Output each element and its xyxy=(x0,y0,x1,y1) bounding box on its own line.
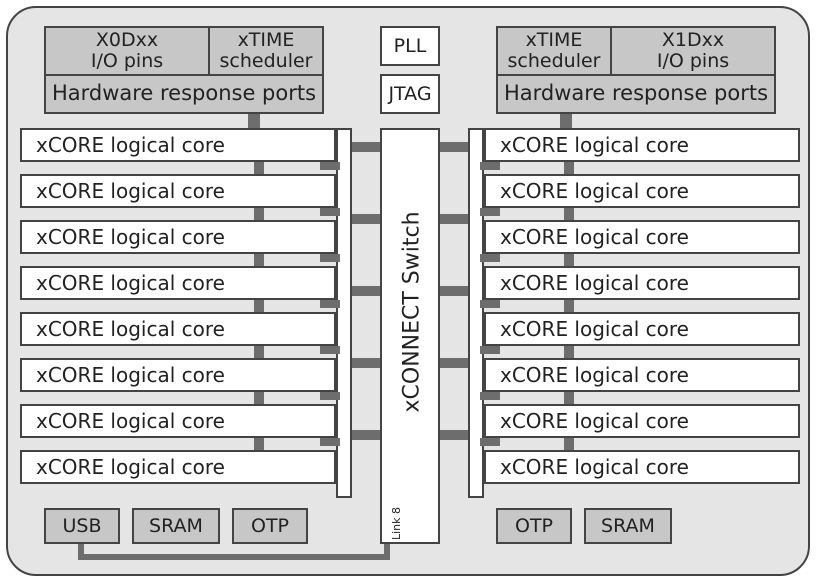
pll-block: PLL xyxy=(380,26,440,66)
xcore-logical-core: xCORE logical core xyxy=(484,358,800,392)
bus xyxy=(440,286,468,296)
bus xyxy=(352,358,380,368)
xconnect-switch-label: xCONNECT Switch xyxy=(400,253,425,413)
bus xyxy=(560,114,572,128)
bus xyxy=(320,254,340,262)
bus xyxy=(564,346,574,358)
bus xyxy=(564,162,574,174)
xcore-logical-core: xCORE logical core xyxy=(484,128,800,162)
left-io-pins: X0Dxx I/O pins xyxy=(44,26,210,76)
xcore-logical-core: xCORE logical core xyxy=(20,404,336,438)
bus xyxy=(564,300,574,312)
bus xyxy=(440,358,468,368)
bus xyxy=(320,392,340,400)
link-bus xyxy=(78,544,84,560)
link-bus xyxy=(78,554,384,560)
xcore-logical-core: xCORE logical core xyxy=(20,220,336,254)
xcore-logical-core: xCORE logical core xyxy=(20,174,336,208)
xcore-logical-core: xCORE logical core xyxy=(484,450,800,484)
bus xyxy=(254,254,264,266)
bus xyxy=(320,438,340,446)
jtag-block: JTAG xyxy=(380,74,440,114)
bus xyxy=(320,208,340,216)
bus xyxy=(352,142,380,152)
bus xyxy=(254,392,264,404)
bus xyxy=(352,214,380,224)
bus xyxy=(254,346,264,358)
bus xyxy=(254,300,264,312)
xcore-logical-core: xCORE logical core xyxy=(484,266,800,300)
bus xyxy=(352,286,380,296)
chip-outline: X0Dxx I/O pins xTIME scheduler Hardware … xyxy=(6,6,810,576)
right-otp-block: OTP xyxy=(496,508,572,544)
left-otp-block: OTP xyxy=(232,508,308,544)
bus xyxy=(254,162,264,174)
bus xyxy=(480,162,500,170)
right-cores-group: xCORE logical core xCORE logical core xCOR… xyxy=(484,128,800,498)
bus xyxy=(480,392,500,400)
bus xyxy=(480,254,500,262)
bus xyxy=(440,142,468,152)
xcore-logical-core: xCORE logical core xyxy=(20,266,336,300)
left-usb-block: USB xyxy=(44,508,120,544)
bus xyxy=(564,254,574,266)
bus xyxy=(254,438,264,450)
left-xtime-scheduler: xTIME scheduler xyxy=(208,26,324,76)
bus xyxy=(480,300,500,308)
left-hardware-response-ports: Hardware response ports xyxy=(44,74,324,114)
xcore-logical-core: xCORE logical core xyxy=(484,220,800,254)
right-io-pins: X1Dxx I/O pins xyxy=(610,26,776,76)
xcore-logical-core: xCORE logical core xyxy=(484,404,800,438)
bus xyxy=(352,430,380,440)
right-xtime-scheduler: xTIME scheduler xyxy=(496,26,612,76)
bus xyxy=(320,162,340,170)
bus xyxy=(564,438,574,450)
xcore-logical-core: xCORE logical core xyxy=(484,174,800,208)
bus xyxy=(480,438,500,446)
xconnect-switch: xCONNECT Switch Link 8 xyxy=(380,128,440,544)
right-hardware-response-ports: Hardware response ports xyxy=(496,74,776,114)
bus xyxy=(440,214,468,224)
bus xyxy=(480,208,500,216)
xcore-logical-core: xCORE logical core xyxy=(20,450,336,484)
xcore-logical-core: xCORE logical core xyxy=(484,312,800,346)
left-cores-group: xCORE logical core xCORE logical core xCOR… xyxy=(20,128,336,498)
xcore-logical-core: xCORE logical core xyxy=(20,128,336,162)
right-sram-block: SRAM xyxy=(584,508,672,544)
bus xyxy=(320,300,340,308)
bus xyxy=(564,208,574,220)
left-sram-block: SRAM xyxy=(132,508,220,544)
bus xyxy=(564,392,574,404)
bus xyxy=(440,430,468,440)
bus xyxy=(320,346,340,354)
xcore-logical-core: xCORE logical core xyxy=(20,312,336,346)
bus xyxy=(480,346,500,354)
bus xyxy=(254,208,264,220)
link8-label: Link 8 xyxy=(390,507,403,540)
xcore-logical-core: xCORE logical core xyxy=(20,358,336,392)
bus xyxy=(248,114,260,128)
link-bus xyxy=(384,544,390,560)
